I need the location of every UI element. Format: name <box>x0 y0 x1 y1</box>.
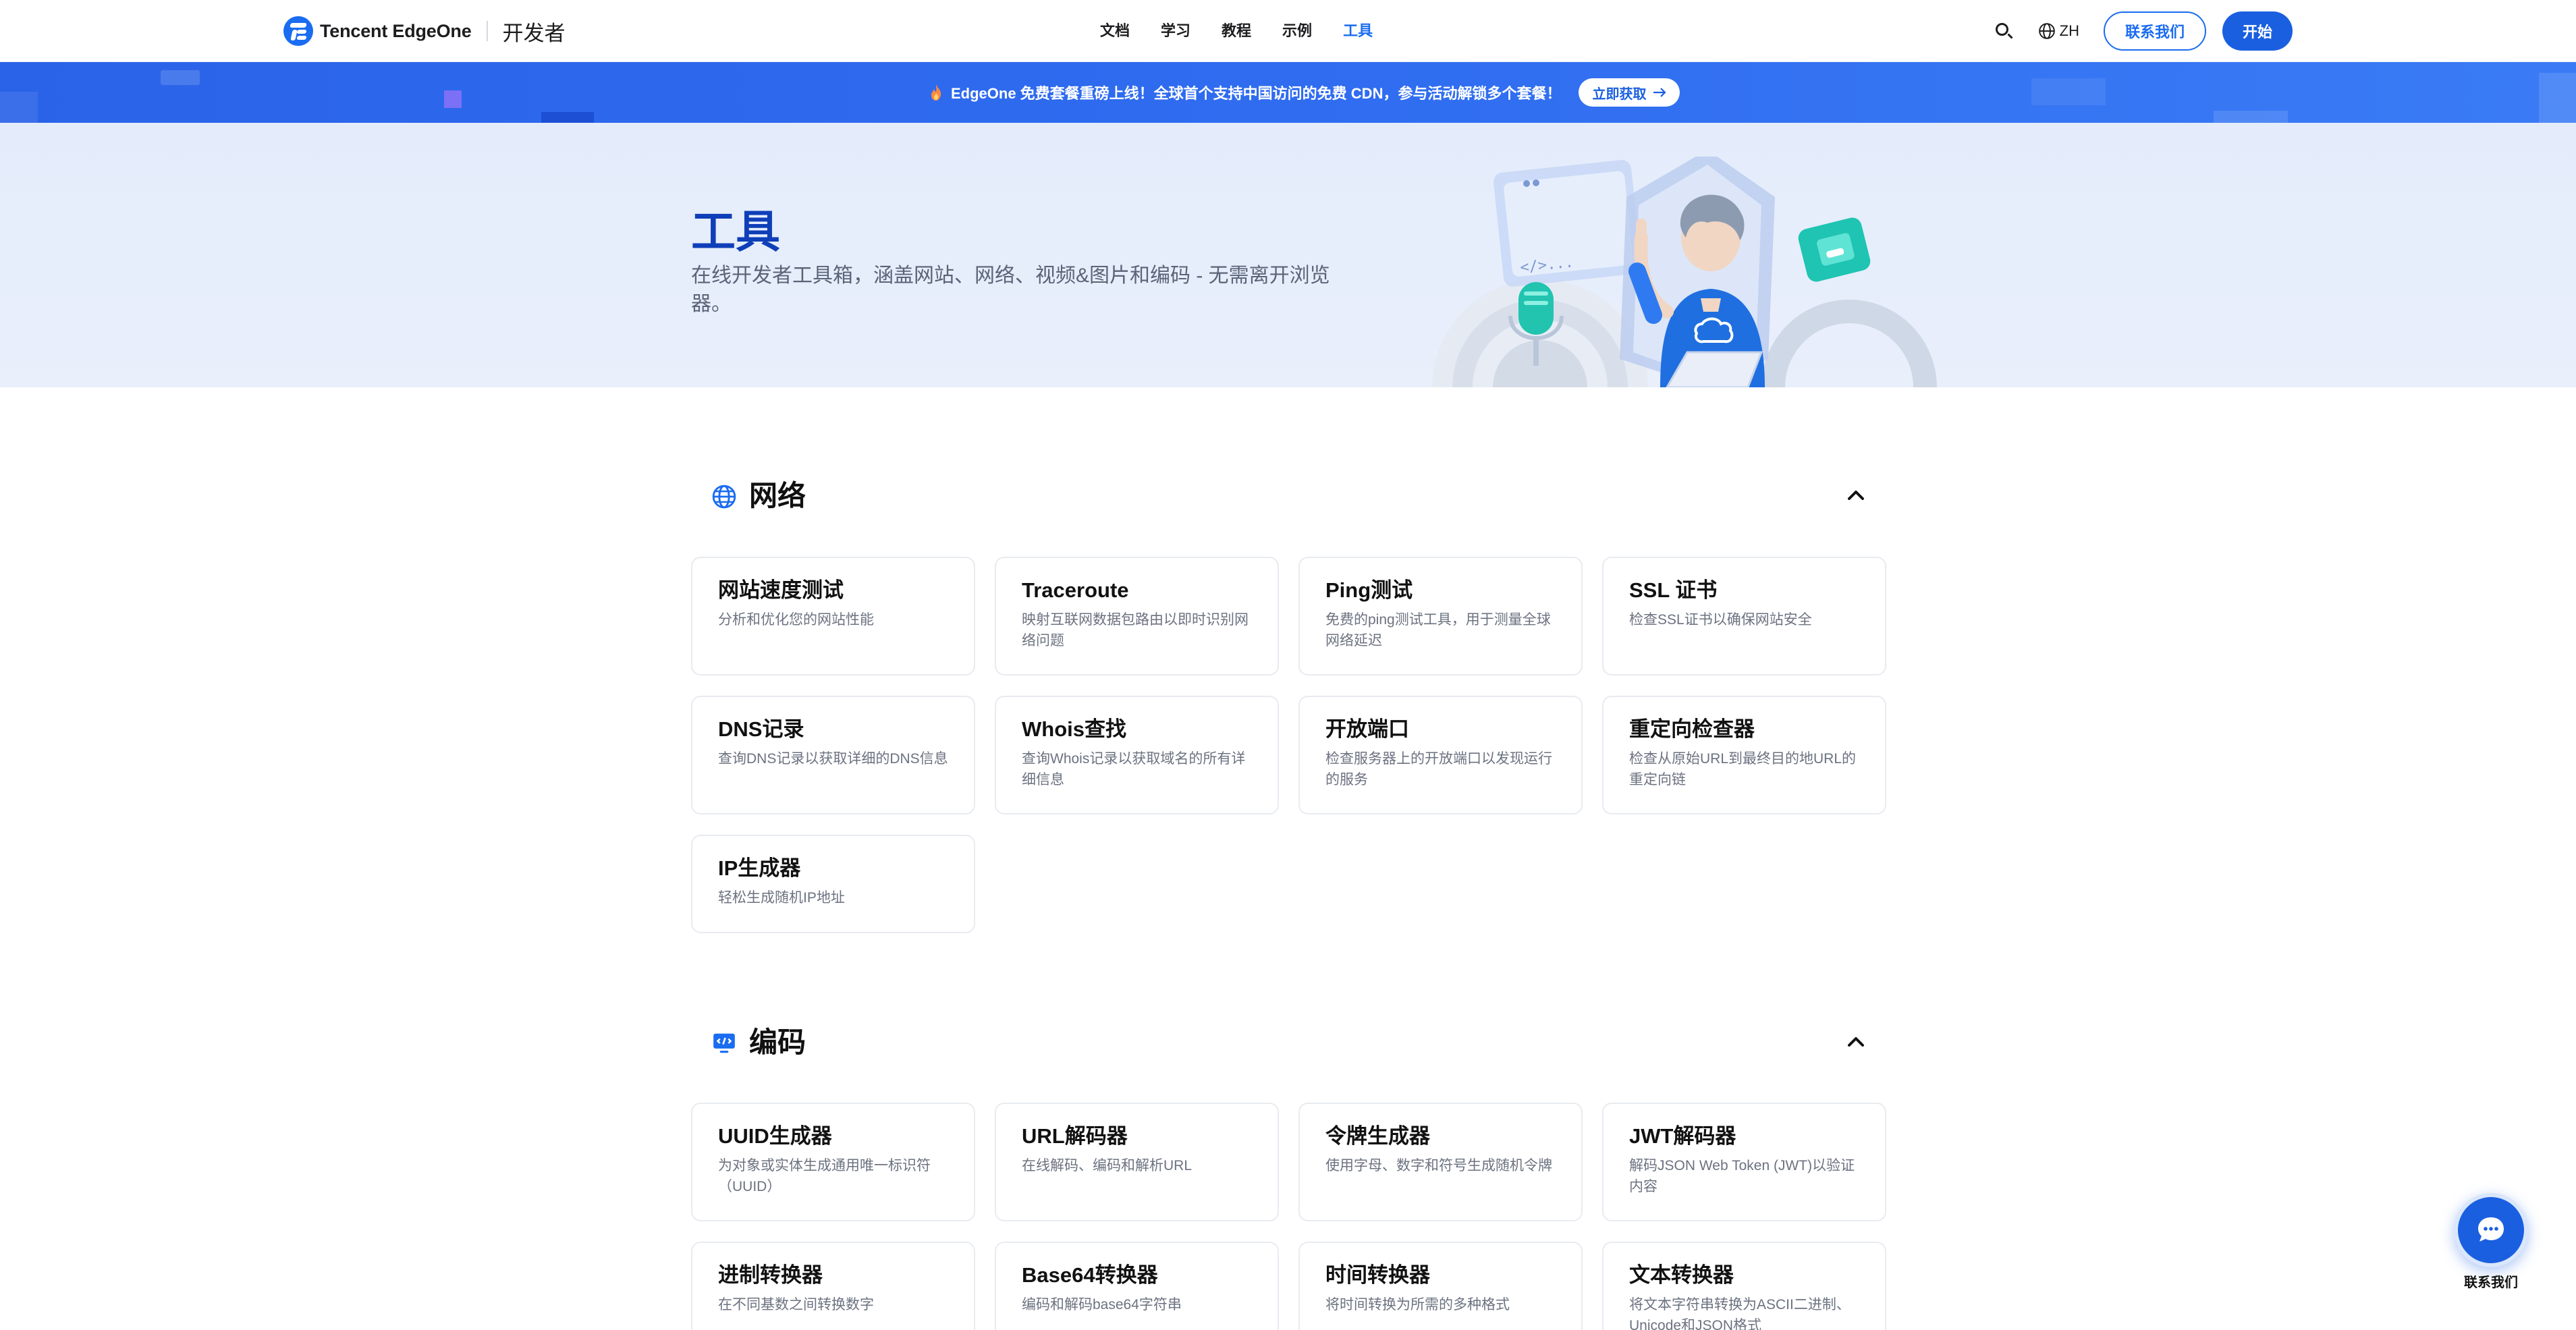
nav-link-tools[interactable]: 工具 <box>1343 18 1373 45</box>
tool-card-url-decoder[interactable]: URL解码器 在线解码、编码和解析URL <box>995 1103 1279 1221</box>
nav-links: 文档 学习 教程 示例 工具 <box>1100 18 1404 45</box>
nav-link-learn[interactable]: 学习 <box>1161 18 1190 45</box>
tool-card-title: URL解码器 <box>1022 1124 1128 1148</box>
tool-card-jwt-decoder[interactable]: JWT解码器 解码JSON Web Token (JWT)以验证内容 <box>1602 1103 1886 1221</box>
page-subtitle: 在线开发者工具箱，涵盖网站、网络、视频&图片和编码 - 无需离开浏览器。 <box>691 265 1330 315</box>
tool-card-title: UUID生成器 <box>718 1124 832 1148</box>
tool-card-desc: 映射互联网数据包路由以即时识别网络问题 <box>1022 612 1249 648</box>
tool-card-desc: 使用字母、数字和符号生成随机令牌 <box>1325 1158 1552 1173</box>
tool-card-ip-generator[interactable]: IP生成器 轻松生成随机IP地址 <box>691 835 975 933</box>
tool-card-title: Base64转换器 <box>1022 1263 1158 1287</box>
start-button[interactable]: 开始 <box>2222 11 2293 51</box>
section-title: 编码 <box>749 1026 806 1058</box>
arrow-right-icon <box>1653 88 1667 97</box>
floating-contact-button[interactable] <box>2454 1193 2528 1267</box>
tool-card-title: 开放端口 <box>1325 717 1409 741</box>
tool-card-open-ports[interactable]: 开放端口 检查服务器上的开放端口以发现运行的服务 <box>1298 696 1583 814</box>
section-title: 网络 <box>749 480 806 511</box>
tool-card-text-converter[interactable]: 文本转换器 将文本字符串转换为ASCII二进制、Unicode和JSON格式 <box>1602 1242 1886 1330</box>
tool-card-whois-lookup[interactable]: Whois查找 查询Whois记录以获取域名的所有详细信息 <box>995 696 1279 814</box>
tool-card-desc: 轻松生成随机IP地址 <box>718 890 845 906</box>
tool-card-desc: 将时间转换为所需的多种格式 <box>1325 1297 1510 1312</box>
tool-card-title: DNS记录 <box>718 717 804 741</box>
tool-card-redirect-checker[interactable]: 重定向检查器 检查从原始URL到最终目的地URL的重定向链 <box>1602 696 1886 814</box>
promo-content: EdgeOne 免费套餐重磅上线！全球首个支持中国访问的免费 CDN，参与活动解… <box>929 77 1680 108</box>
tool-card-title: SSL 证书 <box>1629 578 1718 602</box>
edgeone-logo-icon <box>283 16 313 46</box>
tool-card-dns-records[interactable]: DNS记录 查询DNS记录以获取详细的DNS信息 <box>691 696 975 814</box>
tool-card-website-speed-test[interactable]: 网站速度测试 分析和优化您的网站性能 <box>691 557 975 675</box>
tool-card-title: 令牌生成器 <box>1325 1124 1430 1148</box>
promo-button-label: 立即获取 <box>1592 86 1647 102</box>
fire-icon <box>931 84 941 101</box>
top-navbar: Tencent EdgeOne 开发者 文档 学习 教程 示例 工具 ZH 联系… <box>0 0 2576 62</box>
tool-card-desc: 检查SSL证书以确保网站安全 <box>1629 612 1812 628</box>
brand[interactable]: Tencent EdgeOne 开发者 <box>283 16 566 46</box>
section-header-encoding: 编码 <box>691 1021 1887 1061</box>
tool-card-desc: 免费的ping测试工具，用于测量全球网络延迟 <box>1325 612 1551 648</box>
tool-card-desc: 为对象或实体生成通用唯一标识符（UUID） <box>718 1158 931 1194</box>
tool-card-desc: 检查从原始URL到最终目的地URL的重定向链 <box>1629 751 1857 787</box>
tool-card-time-converter[interactable]: 时间转换器 将时间转换为所需的多种格式 <box>1298 1242 1583 1330</box>
promo-banner: EdgeOne 免费套餐重磅上线！全球首个支持中国访问的免费 CDN，参与活动解… <box>0 62 2576 123</box>
promo-text: EdgeOne 免费套餐重磅上线！全球首个支持中国访问的免费 CDN，参与活动解… <box>951 85 1562 102</box>
tool-card-desc: 查询DNS记录以获取详细的DNS信息 <box>718 751 948 767</box>
tool-card-title: 网站速度测试 <box>718 578 844 602</box>
tool-card-title: Traceroute <box>1022 578 1129 602</box>
tool-card-desc: 检查服务器上的开放端口以发现运行的服务 <box>1325 751 1552 787</box>
tool-card-title: Ping测试 <box>1325 578 1413 602</box>
brand-divider <box>486 21 488 41</box>
tool-card-title: IP生成器 <box>718 856 801 880</box>
code-monitor-icon <box>713 1033 735 1053</box>
language-label: ZH <box>2059 22 2079 39</box>
tool-card-desc: 解码JSON Web Token (JWT)以验证内容 <box>1629 1158 1855 1194</box>
hero-section: 工具 在线开发者工具箱，涵盖网站、网络、视频&图片和编码 - 无需离开浏览器。 … <box>0 123 2576 387</box>
brand-name: Tencent EdgeOne <box>320 20 472 41</box>
globe-icon <box>2038 23 2055 39</box>
promo-get-now-button[interactable]: 立即获取 <box>1579 78 1680 107</box>
tool-card-desc: 查询Whois记录以获取域名的所有详细信息 <box>1022 751 1246 787</box>
section-header-network: 网络 <box>691 474 1887 515</box>
tool-card-desc: 分析和优化您的网站性能 <box>718 612 874 628</box>
tool-card-title: 文本转换器 <box>1629 1263 1734 1287</box>
chevron-up-icon[interactable] <box>1845 487 1867 503</box>
tool-card-title: 进制转换器 <box>718 1263 823 1287</box>
chevron-up-icon[interactable] <box>1845 1033 1867 1049</box>
floating-contact-label: 联系我们 <box>2464 1275 2518 1290</box>
nav-link-tutorials[interactable]: 教程 <box>1222 18 1251 45</box>
tool-card-traceroute[interactable]: Traceroute 映射互联网数据包路由以即时识别网络问题 <box>995 557 1279 675</box>
tool-card-ssl-certificate[interactable]: SSL 证书 检查SSL证书以确保网站安全 <box>1602 557 1886 675</box>
tool-card-desc: 在不同基数之间转换数字 <box>718 1297 874 1312</box>
tool-card-uuid-generator[interactable]: UUID生成器 为对象或实体生成通用唯一标识符（UUID） <box>691 1103 975 1221</box>
chat-bubble-icon <box>2478 1217 2504 1242</box>
tool-card-desc: 在线解码、编码和解析URL <box>1022 1158 1193 1173</box>
page-title: 工具 <box>691 206 780 256</box>
tool-card-desc: 编码和解码base64字符串 <box>1022 1297 1182 1312</box>
nav-actions: ZH 联系我们 开始 <box>1994 11 2293 51</box>
language-switcher[interactable]: ZH <box>2038 22 2079 40</box>
nav-link-examples[interactable]: 示例 <box>1282 18 1312 45</box>
hero-illustration: </>... <box>1432 157 1937 387</box>
tool-card-desc: 将文本字符串转换为ASCII二进制、Unicode和JSON格式 <box>1629 1297 1851 1330</box>
tool-card-title: JWT解码器 <box>1629 1124 1736 1148</box>
tool-card-base-converter[interactable]: 进制转换器 在不同基数之间转换数字 <box>691 1242 975 1330</box>
search-icon[interactable] <box>1994 21 2014 41</box>
contact-us-button[interactable]: 联系我们 <box>2103 11 2206 51</box>
brand-section: 开发者 <box>502 21 566 45</box>
tool-card-title: Whois查找 <box>1022 717 1126 741</box>
nav-link-docs[interactable]: 文档 <box>1100 18 1130 45</box>
tool-card-title: 时间转换器 <box>1325 1263 1430 1287</box>
globe-icon <box>712 484 736 509</box>
tool-card-token-generator[interactable]: 令牌生成器 使用字母、数字和符号生成随机令牌 <box>1298 1103 1583 1221</box>
tool-card-ping-test[interactable]: Ping测试 免费的ping测试工具，用于测量全球网络延迟 <box>1298 557 1583 675</box>
tool-card-title: 重定向检查器 <box>1629 717 1755 741</box>
tool-card-base64-converter[interactable]: Base64转换器 编码和解码base64字符串 <box>995 1242 1279 1330</box>
